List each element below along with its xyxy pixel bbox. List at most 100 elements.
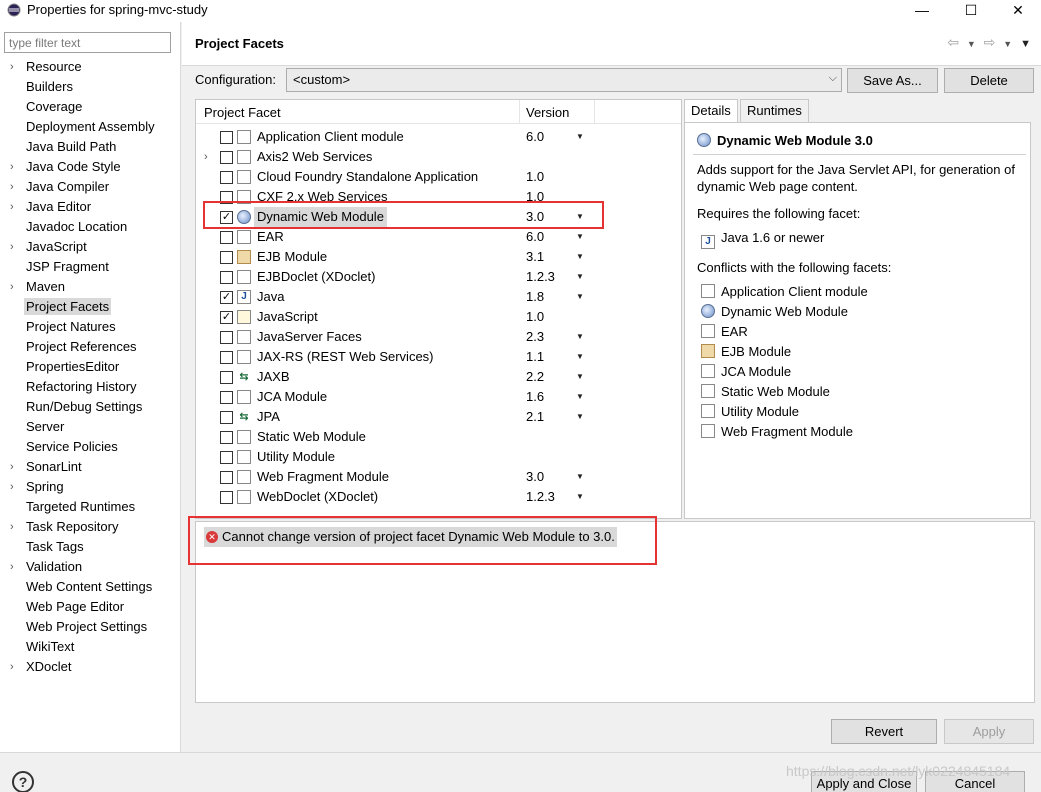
facet-version[interactable]: 1.2.3 — [526, 487, 555, 507]
expand-chevron-icon[interactable]: › — [10, 57, 20, 77]
facet-version[interactable]: 2.2 — [526, 367, 544, 387]
column-divider[interactable] — [594, 100, 595, 124]
facet-checkbox[interactable] — [220, 251, 233, 264]
sidebar-item[interactable]: › Maven — [0, 277, 180, 297]
sidebar-item[interactable]: Builders — [0, 77, 180, 97]
sidebar-item[interactable]: › Spring — [0, 477, 180, 497]
sidebar-item[interactable]: Web Project Settings — [0, 617, 180, 637]
facet-checkbox[interactable] — [220, 451, 233, 464]
sidebar-item[interactable]: › Java Code Style — [0, 157, 180, 177]
facet-row[interactable]: ✓ JavaScript 1.0 — [196, 307, 681, 327]
sidebar-item[interactable]: › Java Compiler — [0, 177, 180, 197]
facet-version[interactable]: 1.8 — [526, 287, 544, 307]
sidebar-item[interactable]: Project Facets — [0, 297, 180, 317]
version-dropdown-icon[interactable]: ▼ — [576, 407, 584, 427]
facet-checkbox[interactable] — [220, 271, 233, 284]
facet-checkbox[interactable] — [220, 471, 233, 484]
tab-runtimes[interactable]: Runtimes — [740, 99, 809, 123]
facet-version[interactable]: 1.2.3 — [526, 267, 555, 287]
tab-details[interactable]: Details — [684, 99, 738, 123]
sidebar-item[interactable]: PropertiesEditor — [0, 357, 180, 377]
sidebar-item[interactable]: Refactoring History — [0, 377, 180, 397]
forward-icon[interactable]: ⇨ — [984, 34, 996, 51]
facet-checkbox[interactable] — [220, 231, 233, 244]
facet-row[interactable]: ⇆ JPA 2.1 ▼ — [196, 407, 681, 427]
facet-row[interactable]: Application Client module 6.0 ▼ — [196, 127, 681, 147]
facet-checkbox[interactable] — [220, 151, 233, 164]
save-as-button[interactable]: Save As... — [847, 68, 938, 93]
back-icon[interactable]: ⇦ — [947, 34, 959, 51]
facet-checkbox[interactable] — [220, 131, 233, 144]
expand-chevron-icon[interactable]: › — [10, 177, 20, 197]
expand-chevron-icon[interactable]: › — [10, 157, 20, 177]
version-dropdown-icon[interactable]: ▼ — [576, 347, 584, 367]
expand-chevron-icon[interactable]: › — [10, 477, 20, 497]
minimize-button[interactable]: — — [899, 0, 945, 22]
facet-version[interactable]: 2.1 — [526, 407, 544, 427]
facet-row[interactable]: JAX-RS (REST Web Services) 1.1 ▼ — [196, 347, 681, 367]
sidebar-item[interactable]: Targeted Runtimes — [0, 497, 180, 517]
expand-chevron-icon[interactable]: › — [204, 147, 208, 167]
facet-row[interactable]: EJBDoclet (XDoclet) 1.2.3 ▼ — [196, 267, 681, 287]
expand-chevron-icon[interactable]: › — [10, 457, 20, 477]
sidebar-item[interactable]: › XDoclet — [0, 657, 180, 677]
maximize-button[interactable]: ☐ — [948, 0, 994, 22]
filter-input[interactable] — [4, 32, 171, 53]
facet-row[interactable]: EAR 6.0 ▼ — [196, 227, 681, 247]
facet-version[interactable]: 3.0 — [526, 467, 544, 487]
sidebar-item[interactable]: JSP Fragment — [0, 257, 180, 277]
facet-version[interactable]: 3.1 — [526, 247, 544, 267]
column-divider[interactable] — [519, 100, 520, 124]
facet-checkbox[interactable] — [220, 331, 233, 344]
sidebar-item[interactable]: Web Content Settings — [0, 577, 180, 597]
sidebar-item[interactable]: Run/Debug Settings — [0, 397, 180, 417]
expand-chevron-icon[interactable]: › — [10, 657, 20, 677]
facet-row[interactable]: Utility Module — [196, 447, 681, 467]
facet-checkbox[interactable] — [220, 351, 233, 364]
facet-checkbox[interactable] — [220, 371, 233, 384]
close-button[interactable]: ✕ — [995, 0, 1041, 22]
sidebar-item[interactable]: › Resource — [0, 57, 180, 77]
sidebar-item[interactable]: Coverage — [0, 97, 180, 117]
version-dropdown-icon[interactable]: ▼ — [576, 487, 584, 507]
column-header-version[interactable]: Version — [526, 105, 569, 120]
facet-version[interactable]: 6.0 — [526, 127, 544, 147]
sidebar-item[interactable]: Project References — [0, 337, 180, 357]
sidebar-item[interactable]: Server — [0, 417, 180, 437]
version-dropdown-icon[interactable]: ▼ — [576, 227, 584, 247]
sidebar-item[interactable]: Service Policies — [0, 437, 180, 457]
expand-chevron-icon[interactable]: › — [10, 237, 20, 257]
facet-checkbox[interactable] — [220, 411, 233, 424]
facet-version[interactable]: 1.1 — [526, 347, 544, 367]
facet-checkbox[interactable] — [220, 391, 233, 404]
back-history-dropdown-icon[interactable]: ▼ — [967, 39, 976, 49]
sidebar-item[interactable]: › Task Repository — [0, 517, 180, 537]
column-header-facet[interactable]: Project Facet — [204, 105, 281, 120]
version-dropdown-icon[interactable]: ▼ — [576, 387, 584, 407]
sidebar-item[interactable]: Java Build Path — [0, 137, 180, 157]
expand-chevron-icon[interactable]: › — [10, 277, 20, 297]
version-dropdown-icon[interactable]: ▼ — [576, 247, 584, 267]
configuration-select[interactable]: <custom> ⌵ — [286, 68, 842, 92]
expand-chevron-icon[interactable]: › — [10, 517, 20, 537]
view-menu-icon[interactable]: ▼ — [1020, 38, 1031, 50]
version-dropdown-icon[interactable]: ▼ — [576, 467, 584, 487]
sidebar-item[interactable]: Project Natures — [0, 317, 180, 337]
forward-history-dropdown-icon[interactable]: ▼ — [1003, 39, 1012, 49]
facet-checkbox[interactable] — [220, 491, 233, 504]
facet-row[interactable]: JCA Module 1.6 ▼ — [196, 387, 681, 407]
facet-row[interactable]: Cloud Foundry Standalone Application 1.0 — [196, 167, 681, 187]
sidebar-item[interactable]: Deployment Assembly — [0, 117, 180, 137]
facet-row[interactable]: › Axis2 Web Services — [196, 147, 681, 167]
help-icon[interactable]: ? — [12, 771, 34, 792]
facet-version[interactable]: 6.0 — [526, 227, 544, 247]
facet-row[interactable]: ⇆ JAXB 2.2 ▼ — [196, 367, 681, 387]
sidebar-item[interactable]: Task Tags — [0, 537, 180, 557]
facet-checkbox[interactable] — [220, 171, 233, 184]
facet-checkbox[interactable]: ✓ — [220, 311, 233, 324]
version-dropdown-icon[interactable]: ▼ — [576, 367, 584, 387]
facet-row[interactable]: WebDoclet (XDoclet) 1.2.3 ▼ — [196, 487, 681, 507]
version-dropdown-icon[interactable]: ▼ — [576, 127, 584, 147]
expand-chevron-icon[interactable]: › — [10, 197, 20, 217]
sidebar-item[interactable]: › Java Editor — [0, 197, 180, 217]
